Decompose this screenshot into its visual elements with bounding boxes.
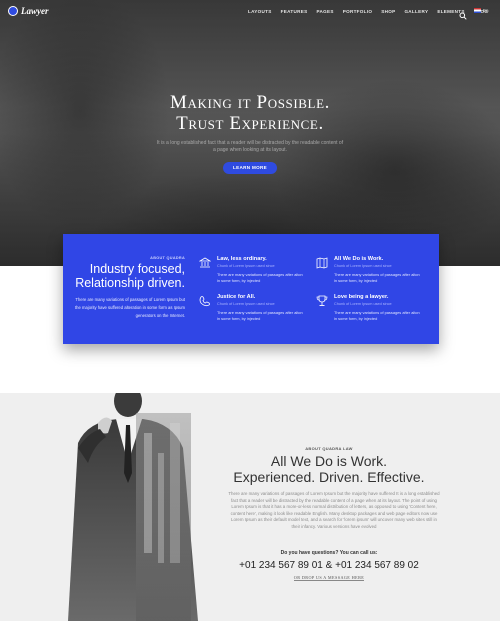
about-eyebrow: ABOUT QUADRA LAW xyxy=(305,446,353,451)
top-navigation: Lawyer LAYOUTS FEATURES PAGES PORTFOLIO … xyxy=(0,0,500,24)
feature-heading: Law, less ordinary. xyxy=(217,256,267,262)
drop-message-link[interactable]: OR DROP US A MESSAGE HERE xyxy=(293,575,365,581)
hero-title: Making it Possible. Trust Experience. xyxy=(0,92,500,134)
message-link-wrapper: OR DROP US A MESSAGE HERE xyxy=(158,575,500,581)
feature-sub: Chunk of Lorem Ipsum used since xyxy=(217,302,275,306)
hero-section: Lawyer LAYOUTS FEATURES PAGES PORTFOLIO … xyxy=(0,0,500,266)
features-text: There are many variations of passages of… xyxy=(74,297,185,318)
feature-heading: Justice for All. xyxy=(217,294,256,300)
menu-item-portfolio[interactable]: PORTFOLIO xyxy=(343,9,373,14)
feature-text: There are many variations of passages af… xyxy=(334,310,420,321)
menu-item-shop[interactable]: SHOP xyxy=(381,9,395,14)
feature-sub: Chunk of Lorem Ipsum used since xyxy=(217,264,275,268)
feature-heading: Love being a lawyer. xyxy=(334,294,389,300)
search-icon[interactable] xyxy=(459,7,467,20)
menu-item-pages[interactable]: PAGES xyxy=(316,9,333,14)
about-title-line1: All We Do is Work. xyxy=(270,453,388,469)
phone-separator: & xyxy=(325,560,333,571)
flag-icon xyxy=(474,8,481,13)
logo-text: Lawyer xyxy=(21,6,49,16)
phone-number-1[interactable]: +01 234 567 89 01 xyxy=(239,560,323,571)
trophy-icon xyxy=(316,294,328,306)
hero-subtitle: It is a long established fact that a rea… xyxy=(156,140,344,153)
feature-text: There are many variations of passages af… xyxy=(217,272,303,283)
phone-icon xyxy=(199,294,211,307)
feature-text: There are many variations of passages af… xyxy=(334,272,420,283)
feature-sub: Chunk of Lorem Ipsum used since xyxy=(334,302,392,306)
logo[interactable]: Lawyer xyxy=(8,6,49,16)
feature-heading: All We Do is Work. xyxy=(334,256,384,262)
law-icon xyxy=(198,256,212,268)
language-selector[interactable]: En xyxy=(474,8,489,13)
hero-title-line2: Trust Experience. xyxy=(176,113,324,134)
about-title: All We Do is Work. Experienced. Driven. … xyxy=(158,453,500,485)
contact-question: Do you have questions? You can call us: xyxy=(280,550,378,556)
feature-text: There are many variations of passages af… xyxy=(217,310,303,321)
features-panel: ABOUT QUADRA Industry focused, Relations… xyxy=(63,234,439,344)
about-title-line2: Experienced. Driven. Effective. xyxy=(233,469,425,485)
phone-numbers: +01 234 567 89 01 & +01 234 567 89 02 xyxy=(158,560,500,571)
features-title: Industry focused, Relationship driven. xyxy=(75,262,185,290)
menu-item-layouts[interactable]: LAYOUTS xyxy=(248,9,272,14)
logo-mark-icon xyxy=(8,6,18,16)
feature-sub: Chunk of Lorem Ipsum used since xyxy=(334,264,392,268)
map-icon xyxy=(316,256,328,269)
menu-item-gallery[interactable]: GALLERY xyxy=(404,9,428,14)
about-text: There are many variations of passages of… xyxy=(228,491,440,529)
menu-item-features[interactable]: FEATURES xyxy=(281,9,308,14)
lawyer-portrait-image xyxy=(68,393,198,621)
hero-title-line1: Making it Possible. xyxy=(170,92,330,113)
phone-number-2[interactable]: +01 234 567 89 02 xyxy=(335,560,419,571)
learn-more-button[interactable]: LEARN MORE xyxy=(223,162,277,174)
language-label: En xyxy=(483,8,489,13)
features-eyebrow: ABOUT QUADRA xyxy=(150,256,185,260)
